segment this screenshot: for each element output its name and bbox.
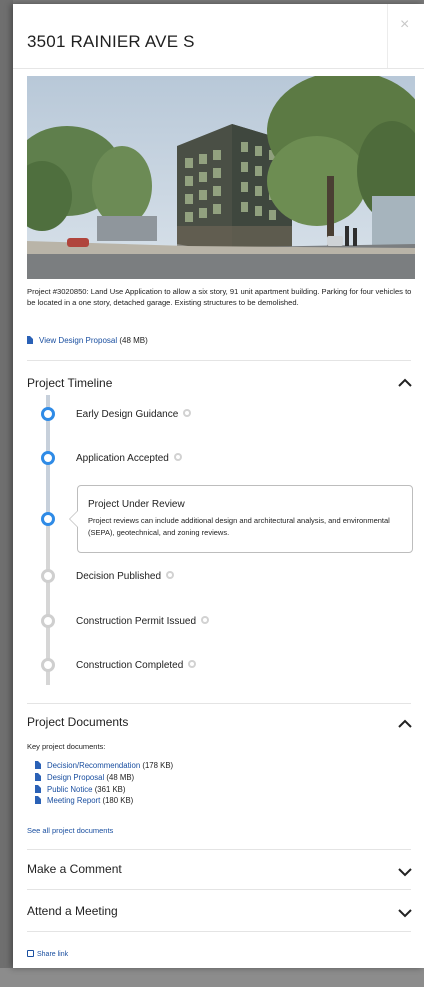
- timeline-step-decision-published[interactable]: Decision Published: [76, 571, 175, 582]
- info-icon[interactable]: [173, 453, 182, 461]
- file-icon: [27, 336, 33, 344]
- file-size: (48 MB): [119, 336, 148, 345]
- share-link-label: Share link: [37, 951, 69, 958]
- document-item: Design Proposal (48 MB): [35, 772, 173, 784]
- divider: [27, 703, 411, 704]
- info-icon[interactable]: [188, 660, 197, 668]
- timeline-step-construction-completed[interactable]: Construction Completed: [76, 660, 197, 671]
- document-link[interactable]: Decision/Recommendation: [47, 761, 140, 770]
- info-icon[interactable]: [201, 616, 210, 624]
- documents-list: Decision/Recommendation (178 KB) Design …: [35, 760, 173, 807]
- share-link-button[interactable]: Share link: [27, 950, 68, 958]
- timeline-step-label: Decision Published: [76, 571, 162, 582]
- panel-header: 3501 RAINIER AVE S ×: [13, 4, 424, 69]
- chevron-down-icon[interactable]: [396, 904, 414, 922]
- make-comment-section-title[interactable]: Make a Comment: [27, 862, 122, 876]
- file-size: (361 KB): [94, 784, 126, 794]
- timeline-step-marker[interactable]: [41, 451, 55, 465]
- document-link[interactable]: Meeting Report: [47, 796, 100, 805]
- map-background-left: [0, 0, 13, 987]
- document-link[interactable]: Design Proposal: [47, 773, 104, 782]
- divider: [27, 849, 411, 850]
- timeline-step-marker[interactable]: [41, 658, 55, 672]
- timeline-step-project-under-review: Project Under Review: [88, 499, 185, 510]
- timeline-step-label: Construction Permit Issued: [76, 616, 197, 627]
- timeline-step-early-design-guidance[interactable]: Early Design Guidance: [76, 409, 192, 420]
- file-icon: [35, 796, 41, 805]
- document-link[interactable]: Public Notice: [47, 785, 93, 794]
- document-item: Meeting Report (180 KB): [35, 795, 173, 807]
- attend-meeting-section-title[interactable]: Attend a Meeting: [27, 904, 118, 918]
- chevron-up-icon[interactable]: [396, 374, 414, 392]
- file-size: (180 KB): [102, 796, 134, 806]
- timeline-step-label: Construction Completed: [76, 660, 184, 671]
- file-icon: [35, 784, 41, 793]
- divider: [27, 931, 411, 932]
- timeline-step-construction-permit-issued[interactable]: Construction Permit Issued: [76, 616, 210, 627]
- documents-intro: Key project documents:: [27, 742, 106, 751]
- project-rendering-image: [27, 76, 415, 279]
- timeline-step-label: Early Design Guidance: [76, 409, 179, 420]
- timeline-step-marker[interactable]: [41, 614, 55, 628]
- timeline-step-marker-current[interactable]: [41, 512, 55, 526]
- close-button[interactable]: ×: [387, 4, 424, 68]
- timeline-current-step-callout: Project Under Review Project reviews can…: [69, 485, 413, 553]
- close-icon[interactable]: ×: [400, 16, 409, 34]
- divider: [27, 889, 411, 890]
- divider: [27, 360, 411, 361]
- document-item: Public Notice (361 KB): [35, 784, 173, 796]
- project-description: Project #3020850: Land Use Application t…: [27, 287, 412, 307]
- timeline-step-marker[interactable]: [41, 569, 55, 583]
- project-address-title: 3501 RAINIER AVE S: [27, 32, 195, 51]
- chevron-down-icon[interactable]: [396, 863, 414, 881]
- design-proposal-link-row: View Design Proposal (48 MB): [27, 336, 148, 345]
- timeline-step-detail: Project reviews can include additional d…: [88, 516, 390, 537]
- see-all-documents-link[interactable]: See all project documents: [27, 826, 113, 835]
- view-design-proposal-link[interactable]: View Design Proposal: [39, 336, 117, 345]
- map-background-bottom: [0, 968, 424, 987]
- file-size: (178 KB): [142, 761, 174, 770]
- timeline-step-label: Application Accepted: [76, 453, 169, 464]
- file-icon: [35, 772, 41, 781]
- timeline-section-title[interactable]: Project Timeline: [27, 376, 112, 390]
- info-icon[interactable]: [166, 571, 175, 579]
- timeline-step-marker[interactable]: [41, 407, 55, 421]
- file-icon: [35, 761, 41, 769]
- info-icon[interactable]: [183, 409, 192, 417]
- chevron-up-icon[interactable]: [396, 715, 414, 733]
- project-detail-panel: 3501 RAINIER AVE S × Project #3020850: L…: [13, 4, 424, 968]
- documents-section-title[interactable]: Project Documents: [27, 715, 128, 729]
- file-size: (48 MB): [106, 772, 135, 782]
- document-item: Decision/Recommendation (178 KB): [35, 760, 173, 772]
- timeline-step-application-accepted[interactable]: Application Accepted: [76, 453, 182, 464]
- share-icon: [27, 950, 34, 957]
